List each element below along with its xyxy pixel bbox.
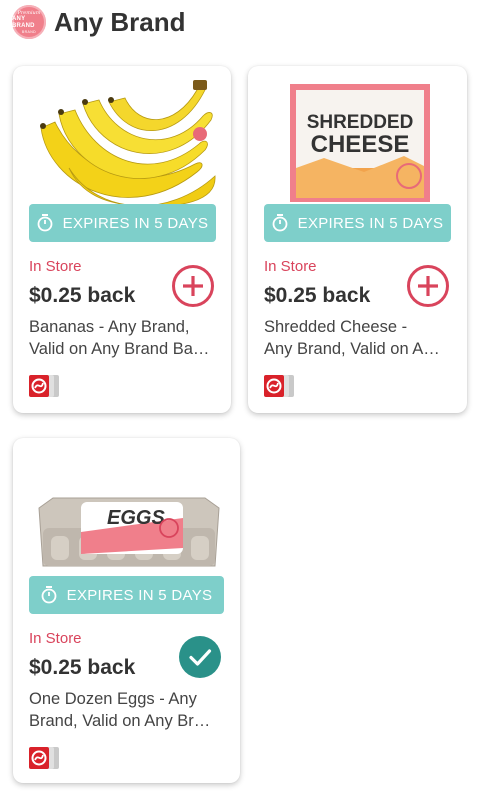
description-line1: Shredded Cheese - xyxy=(264,318,408,336)
description-line2: Brand, Valid on Any Br… xyxy=(29,712,211,730)
add-icon[interactable] xyxy=(171,264,215,308)
channel-label: In Store xyxy=(29,630,82,647)
expires-text: EXPIRES IN 5 DAYS xyxy=(66,586,213,604)
offer-card-bananas[interactable]: EXPIRES IN 5 DAYS In Store $0.25 back Ba… xyxy=(13,66,231,413)
timer-icon xyxy=(41,586,57,604)
add-icon[interactable] xyxy=(406,264,450,308)
offer-description: One Dozen Eggs - Any Brand, Valid on Any… xyxy=(29,688,219,732)
expires-badge: EXPIRES IN 5 DAYS xyxy=(29,576,224,614)
package-label: EGGS xyxy=(107,507,165,529)
logo-text-line3: BRAND xyxy=(21,29,37,34)
shredded-cheese-image: SHREDDED CHEESE xyxy=(290,84,430,202)
description-line1: One Dozen Eggs - Any xyxy=(29,690,197,708)
offer-description: Shredded Cheese - Any Brand, Valid on A… xyxy=(264,316,454,360)
bananas-image xyxy=(40,80,216,207)
package-label-2: CHEESE xyxy=(311,131,410,158)
page-title: Any Brand xyxy=(54,6,186,37)
store-logo-icon xyxy=(29,747,59,769)
timer-icon xyxy=(272,214,288,232)
header: Premium ANY BRAND BRAND Any Brand xyxy=(12,4,185,40)
expires-text: EXPIRES IN 5 DAYS xyxy=(297,214,444,232)
expires-badge: EXPIRES IN 5 DAYS xyxy=(29,204,216,242)
offer-price: $0.25 back xyxy=(29,656,136,679)
eggs-image: EGGS xyxy=(38,497,220,567)
offer-price: $0.25 back xyxy=(264,284,371,307)
brand-logo: Premium ANY BRAND BRAND xyxy=(12,5,46,39)
checkmark-icon[interactable] xyxy=(179,636,221,678)
store-logo-icon xyxy=(29,375,59,397)
channel-label: In Store xyxy=(29,258,82,275)
timer-icon xyxy=(37,214,53,232)
expires-text: EXPIRES IN 5 DAYS xyxy=(62,214,209,232)
store-logo-icon xyxy=(264,375,294,397)
description-line2: Valid on Any Brand Ba… xyxy=(29,340,210,358)
package-label: SHREDDED xyxy=(307,112,414,133)
offer-card-shredded-cheese[interactable]: SHREDDED CHEESE EXPIRES IN 5 DAYS In Sto… xyxy=(248,66,467,413)
logo-text-line2: ANY BRAND xyxy=(12,15,35,29)
channel-label: In Store xyxy=(264,258,317,275)
offer-price: $0.25 back xyxy=(29,284,136,307)
description-line1: Bananas - Any Brand, xyxy=(29,318,190,336)
expires-badge: EXPIRES IN 5 DAYS xyxy=(264,204,451,242)
offer-description: Bananas - Any Brand, Valid on Any Brand … xyxy=(29,316,219,360)
description-line2: Any Brand, Valid on A… xyxy=(264,340,440,358)
offer-card-eggs[interactable]: EGGS EXPIRES IN 5 DAYS In Store $0.25 ba… xyxy=(13,438,240,783)
